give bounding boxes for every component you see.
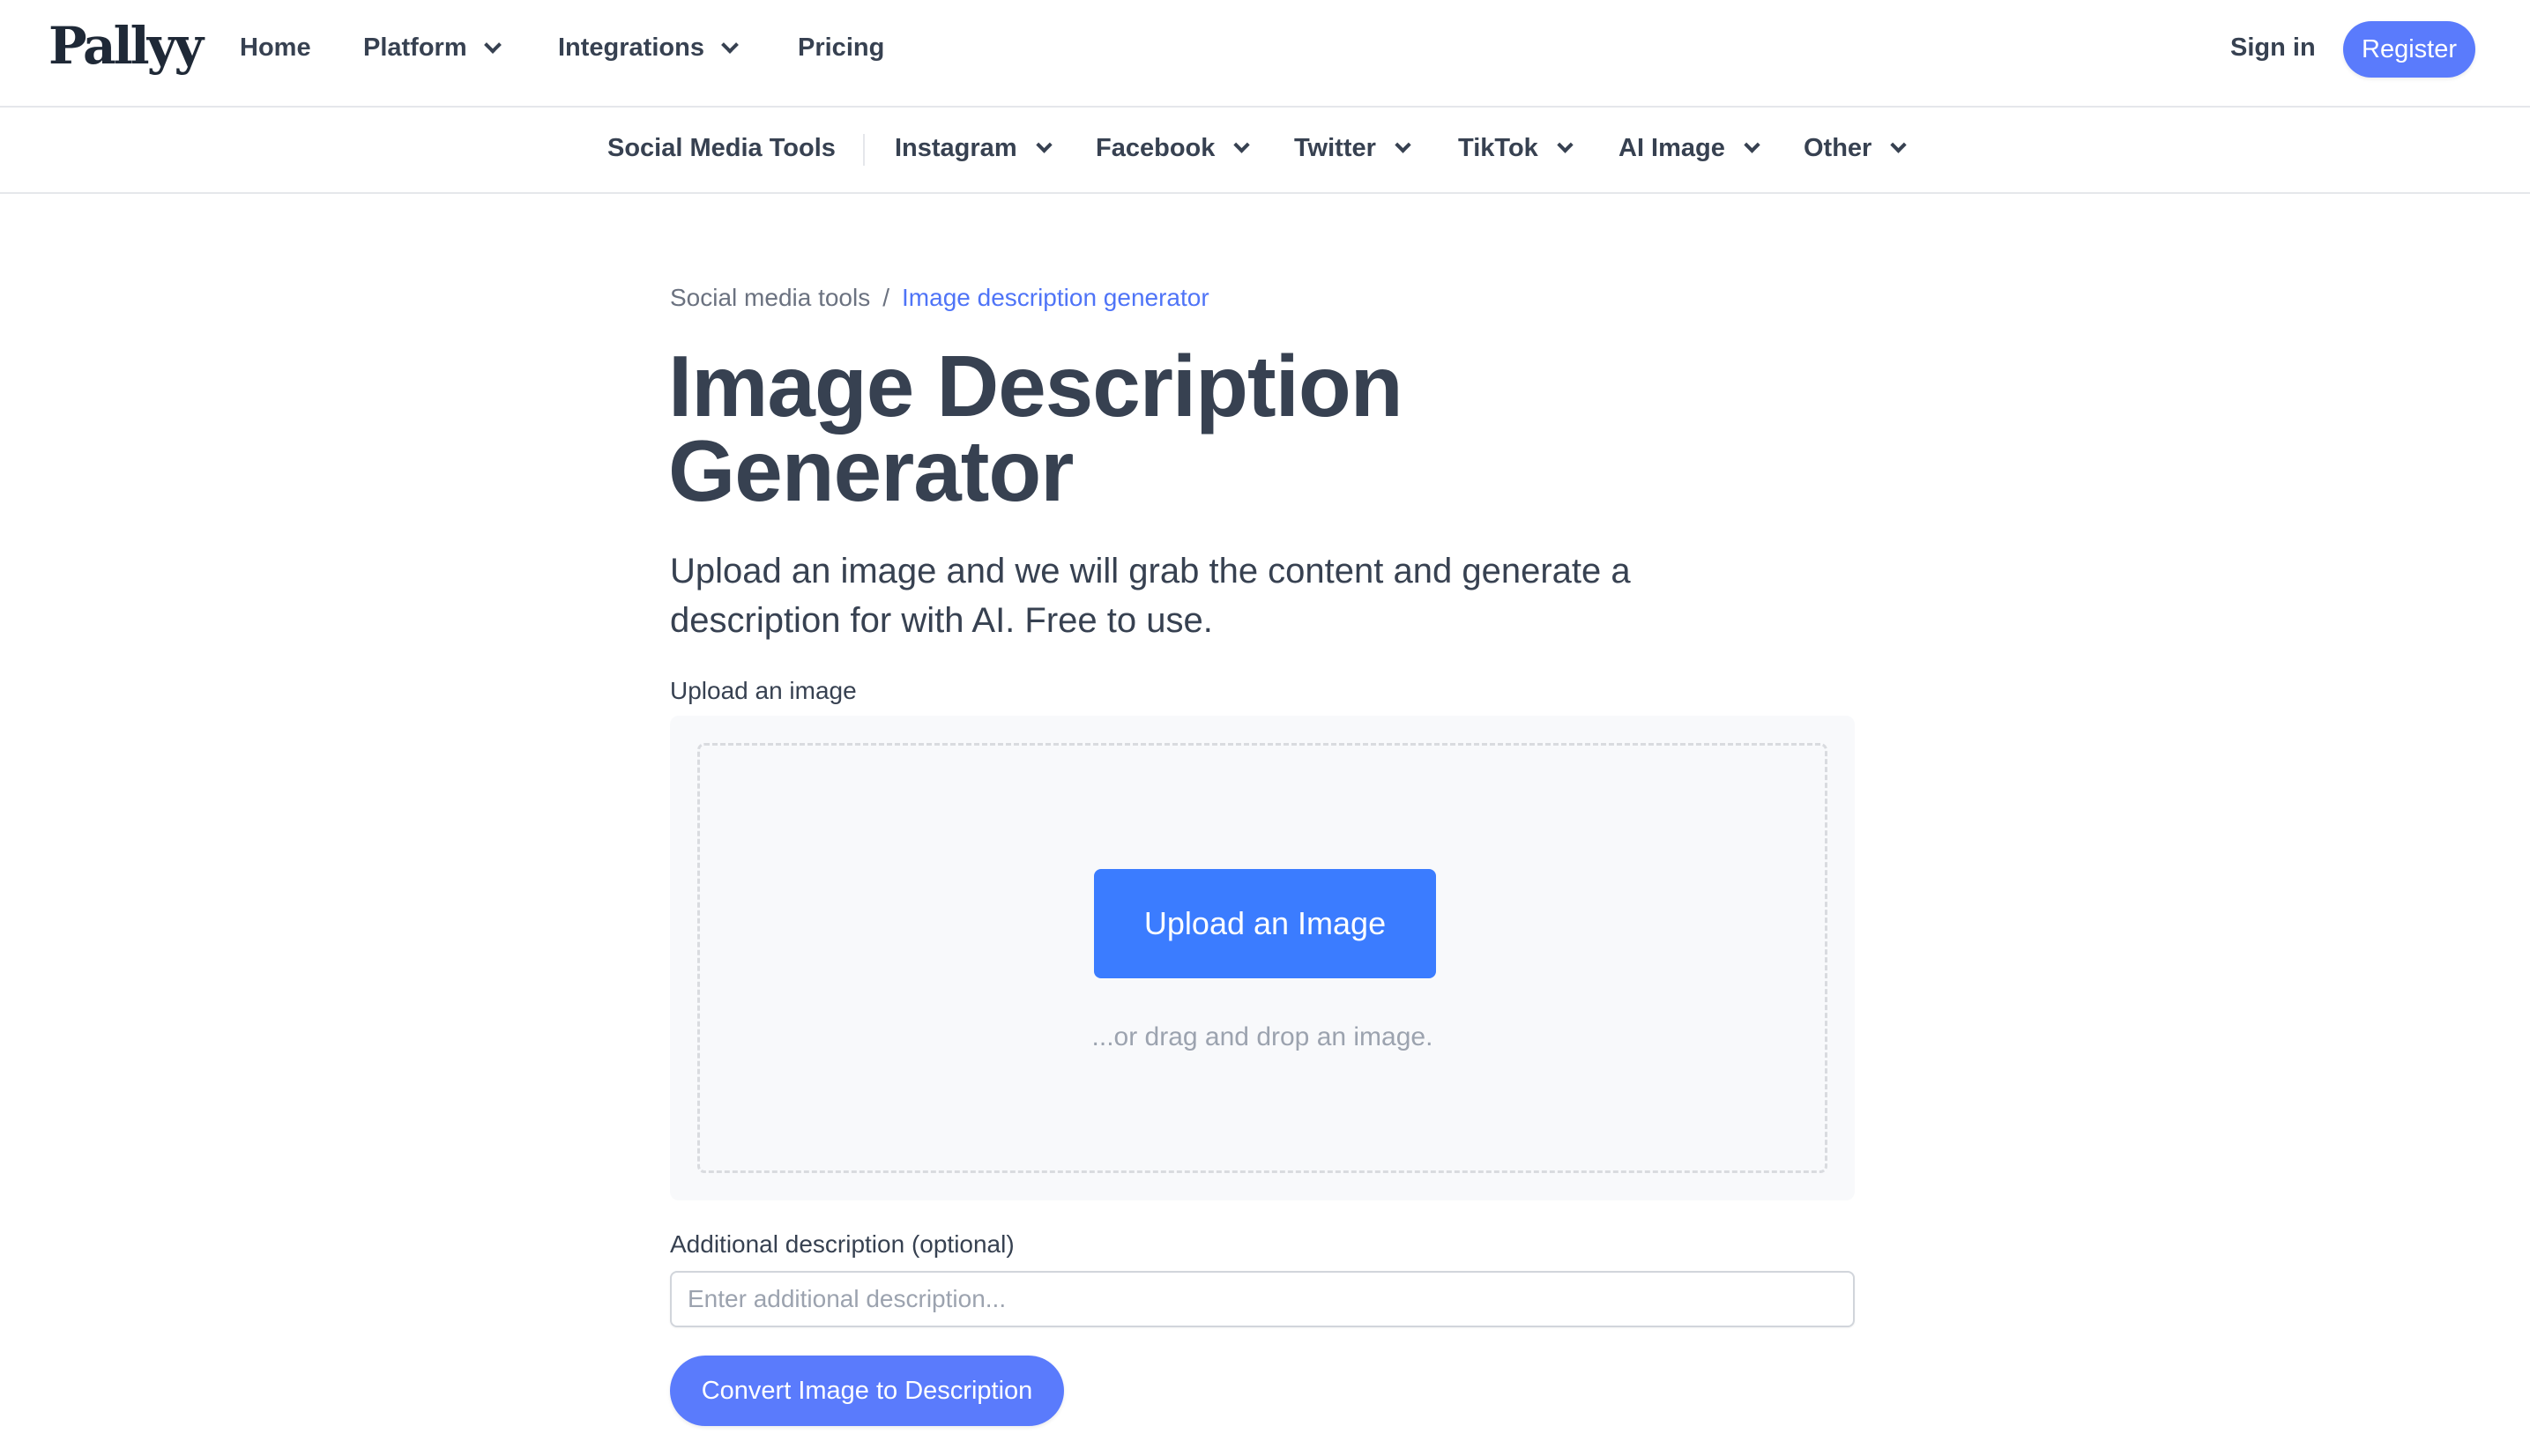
subnav-twitter[interactable]: Twitter [1294,134,1411,163]
chevron-down-icon [1557,137,1574,153]
subnav-instagram-label: Instagram [895,134,1017,162]
page-subtitle: Upload an image and we will grab the con… [670,546,1816,645]
subnav-twitter-label: Twitter [1294,134,1376,162]
breadcrumb: Social media tools / Image description g… [670,284,1209,312]
nav-home[interactable]: Home [240,33,311,63]
breadcrumb-separator: / [882,284,890,311]
breadcrumb-current[interactable]: Image description generator [902,284,1209,312]
subnav-ai-image[interactable]: AI Image [1618,134,1760,163]
subnav-other-label: Other [1804,134,1872,162]
tools-subnav: Social Media Tools Instagram Facebook Tw… [0,108,2530,194]
subnav-facebook-label: Facebook [1096,134,1216,162]
top-navbar: Pallyy Home Platform Integrations Pricin… [0,0,2530,108]
nav-pricing-label: Pricing [798,33,885,62]
additional-description-input[interactable] [670,1271,1855,1327]
breadcrumb-social-media-tools[interactable]: Social media tools [670,284,870,312]
subnav-ai-image-label: AI Image [1618,134,1725,162]
subnav-tiktok-label: TikTok [1458,134,1538,162]
upload-panel: Upload an Image ...or drag and drop an i… [670,716,1855,1200]
nav-pricing[interactable]: Pricing [798,33,884,63]
page-title-line2: Generator [668,422,1074,519]
nav-home-label: Home [240,33,311,62]
page-subtitle-line1: Upload an image and we will grab the con… [670,552,1631,591]
nav-platform-label: Platform [363,33,467,62]
upload-label: Upload an image [670,677,857,704]
chevron-down-icon [483,35,502,54]
subnav-instagram[interactable]: Instagram [895,134,1053,163]
chevron-down-icon [1744,137,1760,153]
pallyy-logo[interactable]: Pallyy [48,16,204,76]
additional-description-label: Additional description (optional) [670,1230,1015,1258]
chevron-down-icon [1395,137,1411,153]
subnav-social-media-tools-label: Social Media Tools [607,134,836,162]
subnav-divider [863,134,865,166]
page-title: Image Description Generator [668,338,1726,519]
register-button[interactable]: Register [2343,21,2475,78]
subnav-other[interactable]: Other [1804,134,1908,163]
chevron-down-icon [1233,137,1251,153]
drag-drop-hint: ...or drag and drop an image. [1091,1022,1433,1051]
convert-image-button[interactable]: Convert Image to Description [670,1356,1064,1426]
chevron-down-icon [1890,137,1908,153]
page-title-line1: Image Description [668,338,1403,435]
chevron-down-icon [1035,137,1053,153]
nav-integrations[interactable]: Integrations [558,33,739,63]
image-dropzone[interactable]: Upload an Image ...or drag and drop an i… [697,743,1827,1173]
subnav-tiktok[interactable]: TikTok [1458,134,1574,163]
page-subtitle-line2: description for with AI. Free to use. [670,601,1213,640]
upload-image-button[interactable]: Upload an Image [1094,869,1436,978]
sign-in-link[interactable]: Sign in [2230,33,2316,63]
subnav-social-media-tools[interactable]: Social Media Tools [607,134,836,163]
nav-integrations-label: Integrations [558,33,704,62]
subnav-facebook[interactable]: Facebook [1096,134,1251,163]
nav-platform[interactable]: Platform [363,33,502,63]
chevron-down-icon [721,35,739,54]
